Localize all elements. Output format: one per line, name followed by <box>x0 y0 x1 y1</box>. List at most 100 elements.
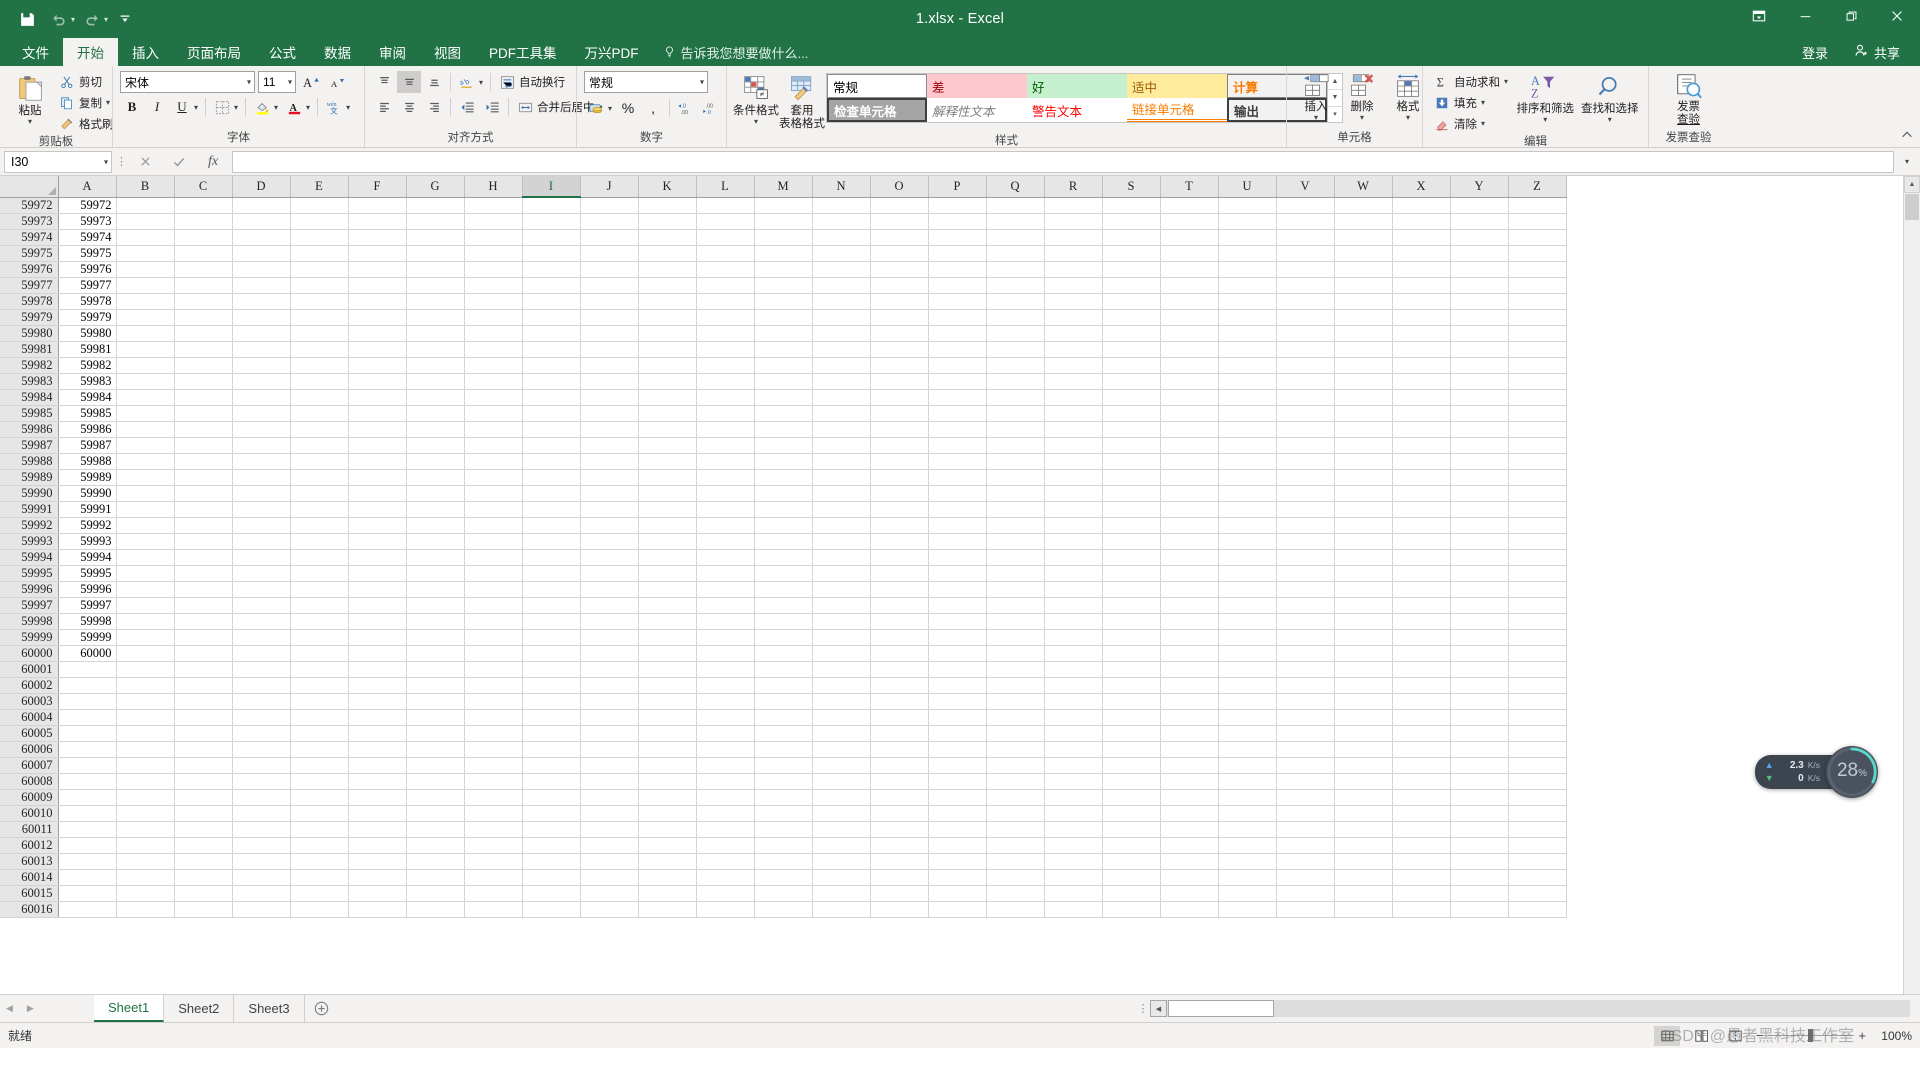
zoom-out-button[interactable]: − <box>1756 1028 1764 1043</box>
cell-F59977[interactable] <box>348 277 407 294</box>
cell-Q60009[interactable] <box>986 789 1045 806</box>
cell-I59976[interactable] <box>522 261 581 278</box>
ribbon-tab-data[interactable]: 数据 <box>310 38 365 66</box>
cell-D59989[interactable] <box>232 469 291 486</box>
cell-L59975[interactable] <box>696 245 755 262</box>
cell-H59974[interactable] <box>464 229 523 246</box>
cell-K59988[interactable] <box>638 453 697 470</box>
cell-S59999[interactable] <box>1102 629 1161 646</box>
cell-I60002[interactable] <box>522 677 581 694</box>
cell-R60003[interactable] <box>1044 693 1103 710</box>
cell-Z59986[interactable] <box>1508 421 1567 438</box>
cell-G59998[interactable] <box>406 613 465 630</box>
cell-R60001[interactable] <box>1044 661 1103 678</box>
cell-Q59979[interactable] <box>986 309 1045 326</box>
cell-N60005[interactable] <box>812 725 871 742</box>
cell-T59986[interactable] <box>1160 421 1219 438</box>
cell-B59986[interactable] <box>116 421 175 438</box>
cell-style-linked-cell[interactable]: 链接单元格 <box>1127 98 1227 122</box>
cell-F59986[interactable] <box>348 421 407 438</box>
cell-R59994[interactable] <box>1044 549 1103 566</box>
cell-N60004[interactable] <box>812 709 871 726</box>
cell-D60010[interactable] <box>232 805 291 822</box>
cell-D60016[interactable] <box>232 901 291 918</box>
cell-U59991[interactable] <box>1218 501 1277 518</box>
cell-X59991[interactable] <box>1392 501 1451 518</box>
cell-P60003[interactable] <box>928 693 987 710</box>
cell-S59989[interactable] <box>1102 469 1161 486</box>
cell-Z59976[interactable] <box>1508 261 1567 278</box>
cell-Q60001[interactable] <box>986 661 1045 678</box>
cell-D60007[interactable] <box>232 757 291 774</box>
cell-S59993[interactable] <box>1102 533 1161 550</box>
cell-L60001[interactable] <box>696 661 755 678</box>
cell-J59988[interactable] <box>580 453 639 470</box>
cell-O59991[interactable] <box>870 501 929 518</box>
cell-R60013[interactable] <box>1044 853 1103 870</box>
row-header-60004[interactable]: 60004 <box>0 709 59 726</box>
cell-O59984[interactable] <box>870 389 929 406</box>
cell-D59999[interactable] <box>232 629 291 646</box>
cell-Z59980[interactable] <box>1508 325 1567 342</box>
cell-S59976[interactable] <box>1102 261 1161 278</box>
cell-Z59977[interactable] <box>1508 277 1567 294</box>
cell-C59974[interactable] <box>174 229 233 246</box>
cell-Y59975[interactable] <box>1450 245 1509 262</box>
cell-E60015[interactable] <box>290 885 349 902</box>
cell-M60011[interactable] <box>754 821 813 838</box>
cpu-usage-gauge[interactable]: 28% <box>1826 746 1878 798</box>
cell-Z60011[interactable] <box>1508 821 1567 838</box>
cell-E59988[interactable] <box>290 453 349 470</box>
cell-X59984[interactable] <box>1392 389 1451 406</box>
cell-C60005[interactable] <box>174 725 233 742</box>
cell-T59994[interactable] <box>1160 549 1219 566</box>
clear-caret-icon[interactable]: ▾ <box>1481 120 1485 128</box>
cell-I60016[interactable] <box>522 901 581 918</box>
cell-M60008[interactable] <box>754 773 813 790</box>
cell-V60007[interactable] <box>1276 757 1335 774</box>
cell-C59999[interactable] <box>174 629 233 646</box>
cell-B59984[interactable] <box>116 389 175 406</box>
cell-F60002[interactable] <box>348 677 407 694</box>
cell-P59991[interactable] <box>928 501 987 518</box>
sign-in-button[interactable]: 登录 <box>1796 43 1834 62</box>
cell-P60008[interactable] <box>928 773 987 790</box>
cell-F59984[interactable] <box>348 389 407 406</box>
cell-A59991[interactable]: 59991 <box>58 501 117 518</box>
cell-M59985[interactable] <box>754 405 813 422</box>
cell-M60007[interactable] <box>754 757 813 774</box>
cell-J59985[interactable] <box>580 405 639 422</box>
cell-Q59986[interactable] <box>986 421 1045 438</box>
cell-I59980[interactable] <box>522 325 581 342</box>
cell-X59977[interactable] <box>1392 277 1451 294</box>
cell-X59983[interactable] <box>1392 373 1451 390</box>
cell-S60003[interactable] <box>1102 693 1161 710</box>
cell-H59992[interactable] <box>464 517 523 534</box>
cell-A59974[interactable]: 59974 <box>58 229 117 246</box>
cell-U59981[interactable] <box>1218 341 1277 358</box>
cell-B59973[interactable] <box>116 213 175 230</box>
cell-L60005[interactable] <box>696 725 755 742</box>
cell-F59982[interactable] <box>348 357 407 374</box>
cell-J59976[interactable] <box>580 261 639 278</box>
cell-Z60001[interactable] <box>1508 661 1567 678</box>
accounting-format-button[interactable]: ▾ <box>584 97 615 119</box>
cell-S60014[interactable] <box>1102 869 1161 886</box>
cell-O59997[interactable] <box>870 597 929 614</box>
cell-Y60000[interactable] <box>1450 645 1509 662</box>
cell-T59982[interactable] <box>1160 357 1219 374</box>
cell-T60009[interactable] <box>1160 789 1219 806</box>
cell-R59979[interactable] <box>1044 309 1103 326</box>
cell-V60001[interactable] <box>1276 661 1335 678</box>
cell-A60005[interactable] <box>58 725 117 742</box>
cell-X59990[interactable] <box>1392 485 1451 502</box>
cell-F59989[interactable] <box>348 469 407 486</box>
cell-G59976[interactable] <box>406 261 465 278</box>
cell-K59973[interactable] <box>638 213 697 230</box>
cell-B59990[interactable] <box>116 485 175 502</box>
sort-filter-caret-icon[interactable]: ▾ <box>1543 116 1547 124</box>
cell-W60013[interactable] <box>1334 853 1393 870</box>
cell-F59997[interactable] <box>348 597 407 614</box>
cell-K59975[interactable] <box>638 245 697 262</box>
cell-V60005[interactable] <box>1276 725 1335 742</box>
